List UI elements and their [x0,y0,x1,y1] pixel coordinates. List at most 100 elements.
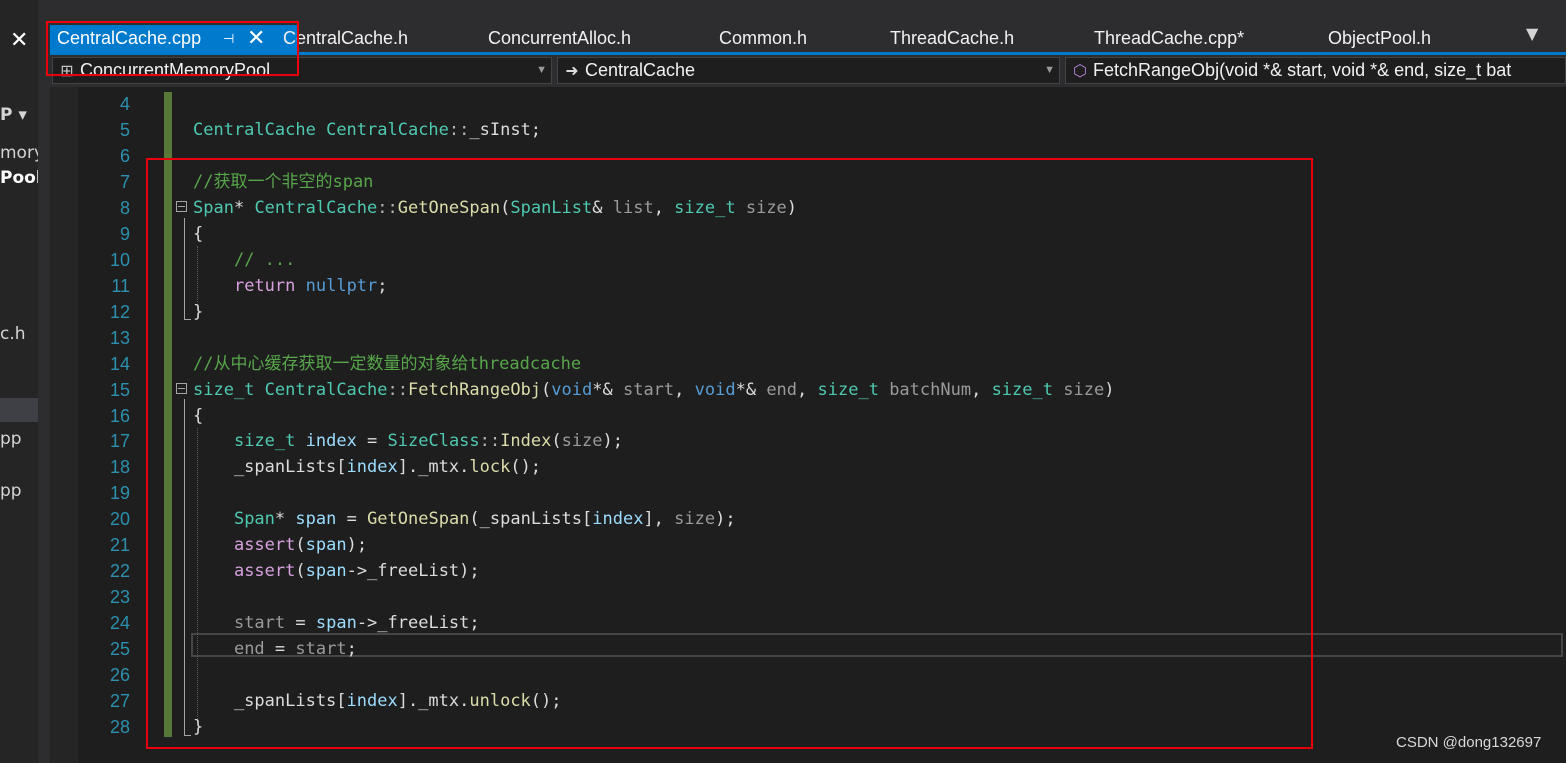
code-line[interactable]: 11 return nullptr; [0,273,1516,299]
code-text: Span* CentralCache::GetOneSpan(SpanList&… [193,195,797,221]
code-line[interactable]: 20 Span* span = GetOneSpan(_spanLists[in… [0,506,1516,532]
code-token: ->_freeList); [346,561,480,582]
code-token: , [674,379,695,400]
code-line[interactable]: 8 Span* CentralCache::GetOneSpan(SpanList… [0,195,1516,221]
tab-objectpool-h[interactable]: ObjectPool.h [1328,25,1431,52]
code-line[interactable]: 16 { [0,403,1516,429]
code-token: _spanLists[ [193,457,347,478]
tab-centralcache-cpp[interactable]: CentralCache.cpp ⊣ ✕ [50,25,298,52]
collapse-icon[interactable] [176,200,187,212]
code-token: _sInst; [469,119,542,140]
code-token: Span [193,197,234,218]
code-token: ( [500,197,511,218]
collapse-icon[interactable] [176,382,187,394]
code-token: CentralCache [326,119,449,140]
code-token: size [674,509,716,530]
code-token: span [315,613,357,634]
close-icon[interactable]: ✕ [10,28,28,53]
code-token: GetOneSpan [397,197,501,218]
code-token: ); [346,535,368,556]
code-line[interactable]: 17 size_t index = SizeClass::Index(size)… [0,428,1516,454]
line-number: 23 [109,587,130,608]
project-dropdown-value: ConcurrentMemoryPool [80,60,271,80]
line-number: 14 [109,353,130,374]
code-token: GetOneSpan [367,509,470,530]
tab-threadcache-h[interactable]: ThreadCache.h [890,25,1014,52]
code-token: size_t [233,431,296,452]
code-line[interactable]: 23 [0,584,1516,610]
tab-common-h[interactable]: Common.h [719,25,807,52]
scope-dropdown[interactable]: ➜ CentralCache ▼ [557,57,1060,84]
chevron-down-icon: ▼ [536,64,547,76]
tab-overflow-dropdown-icon[interactable]: ▼ [1526,24,1538,43]
code-token: //获取一个非空的span [193,171,374,192]
code-token: *& [735,379,767,400]
line-number: 15 [109,379,130,400]
code-line[interactable]: 24 start = span->_freeList; [0,610,1516,636]
code-line[interactable]: 4 [0,91,1516,117]
code-text: { [193,403,203,429]
code-token: assert [233,535,296,556]
tab-concurrentalloc-h[interactable]: ConcurrentAlloc.h [488,25,631,52]
code-line[interactable]: 6 [0,143,1516,169]
code-line[interactable]: 7 //获取一个非空的span [0,169,1516,195]
code-line[interactable]: 9{ [0,221,1516,247]
line-number: 5 [119,119,130,140]
code-token: assert [233,561,296,582]
tab-centralcache-h[interactable]: CentralCache.h [283,25,408,52]
code-text: start = span->_freeList; [193,610,480,636]
code-line[interactable]: 10 // ... [0,247,1516,273]
code-line[interactable]: 27 _spanLists[index]._mtx.unlock(); [0,688,1516,714]
member-dropdown[interactable]: ⬡ FetchRangeObj(void *& start, void *& en… [1065,57,1566,84]
code-token: ( [295,561,306,582]
code-text: assert(span); [193,532,367,558]
tab-threadcache-cpp[interactable]: ThreadCache.cpp* [1094,25,1244,52]
code-token: size [1063,379,1105,400]
code-token: ) [786,197,798,218]
code-line[interactable]: 22 assert(span->_freeList); [0,558,1516,584]
code-text: size_t CentralCache::FetchRangeObj(void*… [193,377,1114,403]
code-token: return [233,275,296,296]
arrow-right-icon: ➜ [565,63,579,80]
code-token: nullptr [305,275,378,296]
code-text: //从中心缓存获取一定数量的对象给threadcache [193,351,581,377]
code-line[interactable]: 25 end = start; [0,636,1516,662]
line-number: 13 [109,327,130,348]
line-number: 9 [119,223,130,244]
code-token: index [305,431,357,452]
code-token: start [233,613,286,634]
line-number: 11 [111,275,130,296]
line-number: 6 [119,145,130,166]
code-token: index [346,457,398,478]
code-line[interactable]: 19 [0,480,1516,506]
code-text: assert(span->_freeList); [193,558,480,584]
code-token: Span [233,509,275,530]
code-token: FetchRangeObj [407,379,542,400]
code-line[interactable]: 28} [0,714,1516,740]
code-line[interactable]: 21 assert(span); [0,532,1516,558]
code-line[interactable]: 26 [0,662,1516,688]
project-icon: ⊞ [60,63,74,80]
code-token: *& [592,379,623,400]
code-line[interactable]: 5 CentralCache CentralCache::_sInst; [0,117,1516,143]
code-line[interactable]: 18 _spanLists[index]._mtx.lock(); [0,454,1516,480]
code-text: } [193,714,203,740]
close-icon[interactable]: ✕ [247,24,265,51]
code-token: (); [510,457,542,478]
code-token: ], [643,509,675,530]
chevron-down-icon: ▼ [1044,64,1055,76]
line-number: 26 [109,665,130,686]
code-token: size_t [193,379,255,400]
project-dropdown[interactable]: ⊞ ConcurrentMemoryPool ▼ [52,57,552,84]
code-line[interactable]: 14 //从中心缓存获取一定数量的对象给threadcache [0,351,1516,377]
code-line[interactable]: 15 size_t CentralCache::FetchRangeObj(voi… [0,377,1516,403]
pin-icon[interactable]: ⊣ [223,25,234,52]
code-token: span [295,509,337,530]
code-token: end [233,639,265,660]
code-line[interactable]: 13 [0,325,1516,351]
code-line[interactable]: 12} [0,299,1516,325]
